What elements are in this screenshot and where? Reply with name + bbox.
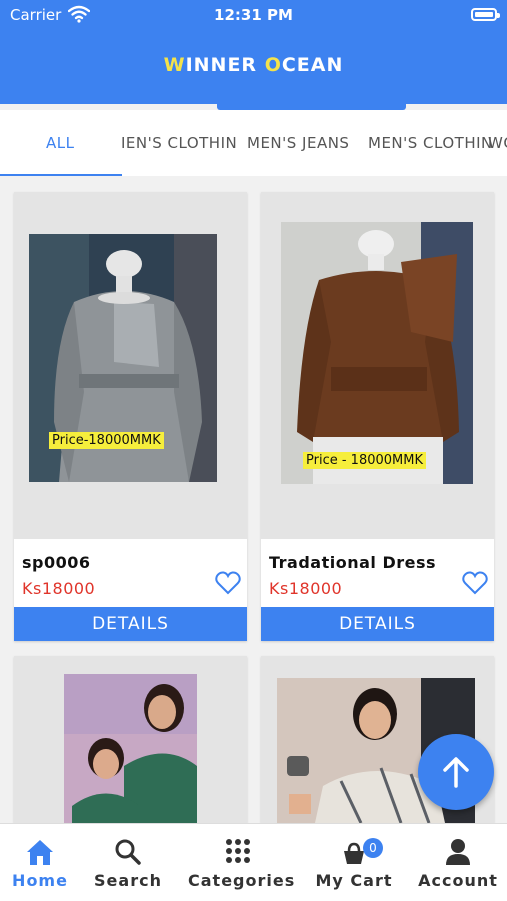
product-price: Ks18000: [22, 579, 96, 598]
title-text-cean: CEAN: [281, 54, 344, 76]
tab-active-underline: [0, 174, 122, 176]
title-letter-w: W: [163, 54, 186, 76]
search-icon: [114, 838, 142, 870]
product-image[interactable]: Price-18000MMK: [14, 192, 247, 539]
favorite-heart-icon[interactable]: [215, 571, 241, 599]
nav-home-label: Home: [12, 871, 68, 890]
details-button[interactable]: DETAILS: [14, 607, 247, 641]
product-info: sp0006 Ks18000: [14, 539, 247, 615]
battery-icon: [471, 8, 500, 21]
product-name: Tradational Dress: [269, 553, 437, 572]
nav-my-cart[interactable]: 0 My Cart: [309, 824, 399, 901]
category-tabs: ALL IEN'S CLOTHIN MEN'S JEANS MEN'S CLOT…: [0, 110, 507, 176]
product-card[interactable]: Price-18000MMK sp0006 Ks18000 DETAILS: [14, 192, 247, 641]
grid-icon: [225, 838, 251, 868]
app-header: Carrier 12:31 PM WINNER OCEAN: [0, 0, 507, 104]
tab-wo[interactable]: WO: [488, 134, 507, 152]
tab-mens-jeans[interactable]: MEN'S JEANS: [247, 134, 349, 152]
arrow-up-icon: [442, 756, 470, 792]
nav-search-label: Search: [94, 871, 162, 890]
nav-search[interactable]: Search: [88, 824, 168, 901]
image-price-caption: Price - 18000MMK: [303, 452, 426, 469]
nav-categories-label: Categories: [188, 871, 296, 890]
product-name: sp0006: [22, 553, 91, 572]
home-icon: [25, 838, 55, 870]
tab-mens-clothing[interactable]: MEN'S CLOTHIN: [368, 134, 493, 152]
product-info: Tradational Dress Ks18000: [261, 539, 494, 615]
cart-count-badge: 0: [363, 838, 383, 858]
status-bar: Carrier 12:31 PM: [0, 5, 507, 26]
product-image[interactable]: [14, 656, 247, 823]
product-card[interactable]: [14, 656, 247, 823]
tab-womens-clothing[interactable]: IEN'S CLOTHIN: [121, 134, 237, 152]
title-letter-o: O: [264, 54, 282, 76]
nav-home[interactable]: Home: [0, 824, 80, 901]
app-title: WINNER OCEAN: [0, 54, 507, 76]
nav-my-cart-label: My Cart: [315, 871, 393, 890]
product-card[interactable]: Price - 18000MMK Tradational Dress Ks180…: [261, 192, 494, 641]
nav-account-label: Account: [418, 871, 498, 890]
account-icon: [445, 838, 471, 870]
product-image[interactable]: Price - 18000MMK: [261, 192, 494, 539]
tab-all[interactable]: ALL: [46, 134, 74, 152]
image-price-caption: Price-18000MMK: [49, 432, 164, 449]
clock: 12:31 PM: [214, 6, 293, 24]
nav-account[interactable]: Account: [413, 824, 503, 901]
details-button[interactable]: DETAILS: [261, 607, 494, 641]
title-text-inner: INNER: [185, 54, 265, 76]
bottom-navigation: Home Search Categories 0 My Cart Account: [0, 823, 507, 901]
favorite-heart-icon[interactable]: [462, 571, 488, 599]
product-price: Ks18000: [269, 579, 343, 598]
scroll-to-top-button[interactable]: [418, 734, 494, 810]
nav-categories[interactable]: Categories: [188, 824, 296, 901]
